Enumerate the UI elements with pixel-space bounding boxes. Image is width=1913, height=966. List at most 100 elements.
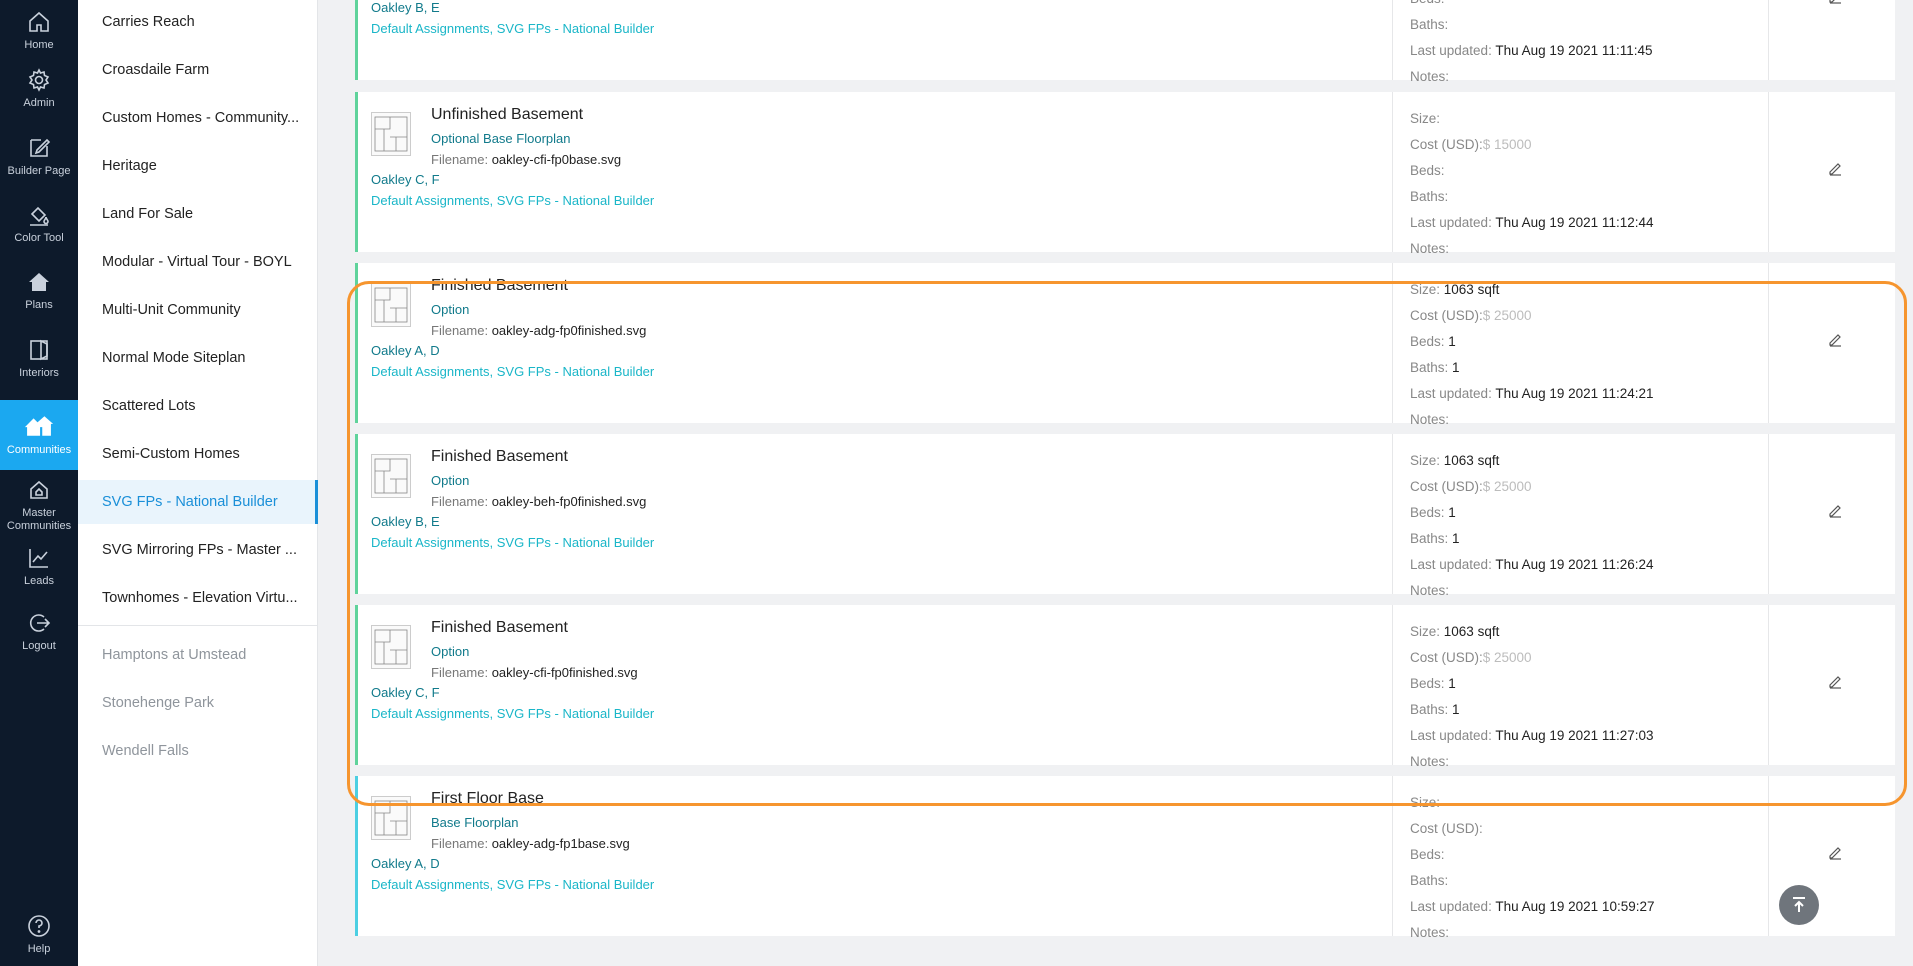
floorplan-card: Unfinished Basement Optional Base Floorp… [355, 92, 1895, 256]
floorplan-thumbnail-icon [374, 800, 408, 836]
column-divider [1392, 605, 1393, 765]
notes-row: Notes: [1410, 749, 1653, 775]
nav-plans[interactable]: Plans [0, 260, 78, 322]
nav-admin[interactable]: Admin [0, 58, 78, 120]
column-divider [1392, 434, 1393, 594]
scroll-to-top-button[interactable] [1779, 885, 1819, 925]
beds-row: Beds: [1410, 158, 1653, 184]
card-accent-bar [355, 0, 358, 80]
size-row: Size: 1063 sqft [1410, 619, 1653, 645]
card-accent-bar [355, 776, 358, 936]
community-item[interactable]: Scattered Lots [78, 384, 318, 428]
community-item[interactable]: Croasdaile Farm [78, 48, 318, 92]
floorplan-thumbnail[interactable] [371, 625, 411, 669]
master-communities-icon [30, 480, 48, 499]
community-item[interactable]: Normal Mode Siteplan [78, 336, 318, 380]
cost-value: $ 25000 [1482, 308, 1532, 323]
notes-label: Notes: [1410, 925, 1450, 940]
edit-button[interactable] [1827, 844, 1845, 862]
community-item[interactable]: Carries Reach [78, 0, 318, 44]
edit-button[interactable] [1827, 160, 1845, 178]
floorplan-thumbnail[interactable] [371, 283, 411, 327]
baths-value: 1 [1452, 360, 1460, 375]
community-item[interactable]: Multi-Unit Community [78, 288, 318, 332]
nav-interiors[interactable]: Interiors [0, 328, 78, 390]
beds-row: Beds: 1 [1410, 329, 1653, 355]
floorplan-properties: Size: 1063 sqft Cost (USD):$ 25000 Beds:… [1410, 619, 1653, 775]
updated-label: Last updated: [1410, 43, 1492, 58]
cost-label: Cost (USD): [1410, 479, 1483, 494]
arrow-up-icon [1793, 897, 1805, 912]
floorplan-assignments: Default Assignments, SVG FPs - National … [371, 706, 655, 721]
baths-row: Baths: 1 [1410, 355, 1653, 381]
cost-label: Cost (USD): [1410, 308, 1483, 323]
cost-row: Cost (USD):$ 25000 [1410, 303, 1653, 329]
community-item[interactable]: SVG Mirroring FPs - Master ... [78, 528, 318, 572]
left-nav-rail: Home Admin Builder Page Color Tool Plans… [0, 0, 78, 966]
edit-button[interactable] [1827, 673, 1845, 691]
edit-button[interactable] [1827, 0, 1845, 6]
community-item-selected[interactable]: SVG FPs - National Builder [78, 480, 318, 524]
cost-label: Cost (USD): [1410, 821, 1483, 836]
nav-leads-label: Leads [24, 575, 54, 587]
filename-value: oakley-adg-fp1base.svg [491, 836, 630, 851]
edit-button[interactable] [1827, 502, 1845, 520]
beds-value: 1 [1448, 505, 1456, 520]
community-item-label: Croasdaile Farm [102, 62, 210, 78]
updated-value: Thu Aug 19 2021 11:11:45 [1495, 43, 1653, 58]
floorplan-elevations: Oakley C, F [371, 172, 440, 187]
notes-row: Notes: [1410, 236, 1653, 262]
community-item[interactable]: Modular - Virtual Tour - BOYL [78, 240, 318, 284]
baths-row: Baths: [1410, 12, 1652, 38]
nav-master-communities[interactable]: Master Communities [0, 472, 78, 538]
inactive-community-item[interactable]: Wendell Falls [78, 729, 318, 773]
nav-color-tool[interactable]: Color Tool [0, 193, 78, 255]
nav-plans-label: Plans [25, 299, 53, 311]
inactive-community-item[interactable]: Stonehenge Park [78, 681, 318, 725]
edit-icon [30, 138, 51, 157]
community-item-label: Normal Mode Siteplan [102, 350, 246, 366]
community-item[interactable]: Custom Homes - Community... [78, 96, 318, 140]
size-label: Size: [1410, 795, 1441, 810]
community-item-label: Land For Sale [102, 206, 194, 222]
nav-leads[interactable]: Leads [0, 536, 78, 598]
community-item-label: Heritage [102, 158, 157, 174]
edit-button[interactable] [1827, 331, 1845, 349]
floorplan-title: Unfinished Basement [431, 106, 584, 123]
cost-label: Cost (USD): [1410, 137, 1483, 152]
pencil-icon [1829, 676, 1841, 689]
nav-help[interactable]: Help [0, 904, 78, 966]
nav-home[interactable]: Home [0, 0, 78, 62]
floorplan-thumbnail[interactable] [371, 796, 411, 840]
interiors-icon [30, 339, 48, 361]
floorplan-thumbnail[interactable] [371, 454, 411, 498]
nav-builder-page-label: Builder Page [7, 165, 71, 177]
baths-value: 1 [1452, 702, 1460, 717]
updated-row: Last updated: Thu Aug 19 2021 11:12:44 [1410, 210, 1653, 236]
beds-row: Beds: [1410, 0, 1652, 12]
community-item[interactable]: Semi-Custom Homes [78, 432, 318, 476]
nav-communities[interactable]: Communities [0, 400, 78, 470]
floorplan-thumbnail-icon [374, 458, 408, 494]
community-item[interactable]: Heritage [78, 144, 318, 188]
cost-row: Cost (USD): [1410, 816, 1654, 842]
updated-value: Thu Aug 19 2021 11:27:03 [1495, 728, 1654, 743]
nav-admin-label: Admin [23, 97, 55, 109]
community-item[interactable]: Townhomes - Elevation Virtu... [78, 576, 318, 620]
floorplan-thumbnail[interactable] [371, 112, 411, 156]
inactive-community-item[interactable]: Hamptons at Umstead [78, 633, 318, 677]
nav-help-label: Help [27, 943, 51, 955]
size-row: Size: [1410, 790, 1654, 816]
column-divider [1392, 92, 1393, 252]
nav-color-tool-label: Color Tool [14, 232, 64, 244]
column-divider [1768, 92, 1769, 252]
nav-logout[interactable]: Logout [0, 601, 78, 663]
size-value: 1063 sqft [1443, 453, 1500, 468]
updated-row: Last updated: Thu Aug 19 2021 11:11:45 [1410, 38, 1652, 64]
updated-row: Last updated: Thu Aug 19 2021 11:24:21 [1410, 381, 1653, 407]
updated-label: Last updated: [1410, 728, 1492, 743]
pencil-icon [1829, 505, 1841, 518]
community-item[interactable]: Land For Sale [78, 192, 318, 236]
nav-builder-page[interactable]: Builder Page [0, 126, 78, 188]
cost-label: Cost (USD): [1410, 650, 1483, 665]
